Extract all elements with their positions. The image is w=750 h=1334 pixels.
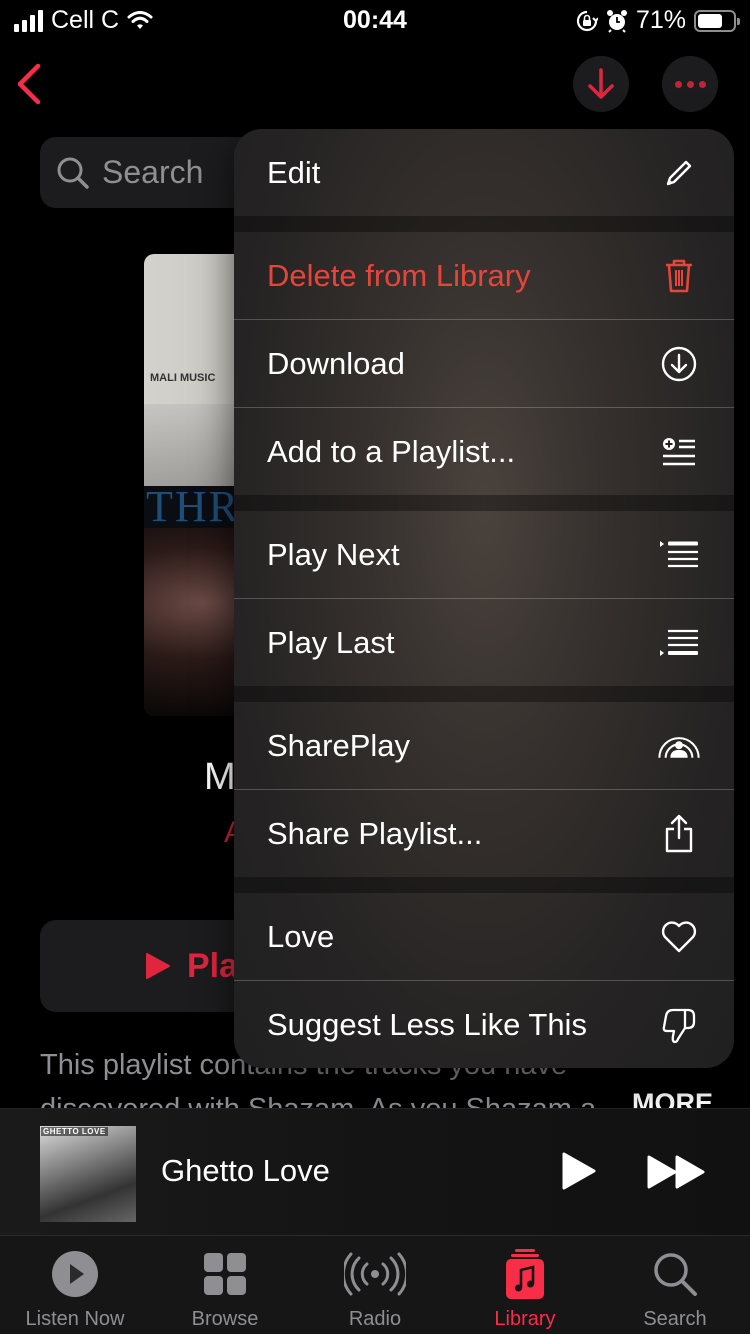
battery-icon [694, 9, 740, 32]
tab-search[interactable]: Search [600, 1236, 750, 1334]
menu-item-love[interactable]: Love [234, 893, 734, 980]
tab-label: Browse [191, 1308, 259, 1330]
menu-item-label: Share Playlist... [267, 815, 483, 851]
menu-item-download[interactable]: Download [234, 320, 734, 407]
arrow-down-icon [588, 68, 614, 99]
menu-item-share-playlist[interactable]: Share Playlist... [234, 790, 734, 877]
alarm-icon [606, 9, 627, 33]
menu-item-label: Love [267, 918, 335, 954]
search-icon [652, 1248, 698, 1300]
more-options-button[interactable] [662, 56, 718, 112]
trash-icon [657, 254, 701, 298]
play-icon [562, 1152, 596, 1190]
menu-item-label: Suggest Less Like This [267, 1006, 587, 1042]
play-label: Pla [187, 946, 239, 985]
download-circle-icon [657, 342, 701, 386]
tab-listen-now[interactable]: Listen Now [0, 1236, 150, 1334]
menu-item-add-to-playlist[interactable]: Add to a Playlist... [234, 408, 734, 495]
back-button[interactable] [14, 62, 54, 106]
battery-percent: 71% [635, 6, 686, 34]
play-circle-icon [51, 1248, 99, 1300]
tab-label: Radio [348, 1308, 402, 1330]
library-icon [505, 1248, 545, 1300]
menu-item-label: Play Last [267, 624, 395, 660]
pencil-icon [657, 151, 701, 195]
skip-forward-button[interactable] [646, 1154, 708, 1195]
orientation-lock-icon [576, 10, 598, 31]
tab-label: Library [494, 1308, 556, 1330]
add-to-playlist-icon [657, 430, 701, 474]
menu-item-label: Edit [267, 154, 321, 190]
now-playing-title: Ghetto Love [161, 1153, 330, 1188]
grid-icon [203, 1248, 247, 1300]
menu-item-play-next[interactable]: Play Next [234, 511, 734, 598]
search-icon [57, 157, 89, 189]
menu-item-label: Play Next [267, 536, 400, 572]
shareplay-icon [657, 724, 701, 768]
mini-player[interactable]: GHETTO LOVE Ghetto Love [0, 1108, 750, 1235]
menu-item-label: Download [267, 345, 405, 381]
tab-browse[interactable]: Browse [150, 1236, 300, 1334]
play-icon [146, 953, 170, 979]
context-menu: Edit Delete from Library Download Add to… [234, 129, 734, 1068]
tab-label: Listen Now [25, 1308, 125, 1330]
play-last-icon [657, 621, 701, 665]
thumbs-down-icon [657, 1003, 701, 1047]
menu-item-edit[interactable]: Edit [234, 129, 734, 216]
menu-item-label: Delete from Library [267, 257, 531, 293]
menu-item-suggest-less[interactable]: Suggest Less Like This [234, 981, 734, 1068]
artwork-title: GHETTO LOVE [41, 1127, 108, 1136]
tab-label: Search [643, 1308, 707, 1330]
radio-waves-icon [344, 1248, 406, 1300]
search-placeholder: Search [102, 154, 204, 190]
menu-item-shareplay[interactable]: SharePlay [234, 702, 734, 789]
chevron-left-icon [17, 63, 41, 105]
play-next-icon [657, 533, 701, 577]
menu-item-delete-from-library[interactable]: Delete from Library [234, 232, 734, 319]
share-icon [657, 812, 701, 856]
menu-item-label: Add to a Playlist... [267, 433, 516, 469]
download-button[interactable] [573, 56, 629, 112]
ellipsis-icon [674, 80, 706, 88]
now-playing-artwork: GHETTO LOVE [40, 1126, 136, 1222]
menu-item-label: SharePlay [267, 727, 411, 763]
playlist-title: M [204, 756, 236, 798]
tab-bar: Listen Now Browse Radio Library Search [0, 1235, 750, 1334]
tab-library[interactable]: Library [450, 1236, 600, 1334]
play-pause-button[interactable] [560, 1151, 598, 1196]
menu-item-play-last[interactable]: Play Last [234, 599, 734, 686]
tab-radio[interactable]: Radio [300, 1236, 450, 1334]
status-bar: Cell C 00:44 71% [0, 0, 750, 42]
heart-icon [657, 915, 701, 959]
artwork-text: MALI MUSIC [150, 372, 216, 384]
forward-icon [647, 1155, 705, 1189]
